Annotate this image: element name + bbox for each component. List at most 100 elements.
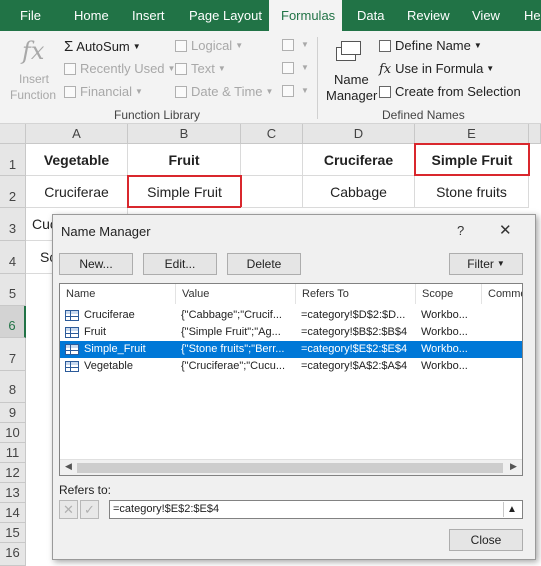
scope-cell: Workbo...: [421, 309, 468, 321]
list-header-name[interactable]: Name: [60, 284, 176, 304]
create-from-selection-icon: [379, 86, 391, 98]
confirm-edit-icon[interactable]: ✓: [80, 500, 99, 519]
row-header-3[interactable]: 3: [0, 208, 26, 241]
new-button[interactable]: New...: [59, 253, 133, 275]
row-header-1[interactable]: 1: [0, 144, 26, 176]
cell-a2[interactable]: Cruciferae: [26, 176, 128, 208]
horizontal-scrollbar[interactable]: ◀ ▶: [60, 459, 522, 475]
filter-button[interactable]: Filter ▼: [449, 253, 523, 275]
column-header-d[interactable]: D: [303, 124, 415, 144]
cancel-edit-icon[interactable]: ✕: [59, 500, 78, 519]
refers-to-cell: =category!$D$2:$D...: [301, 309, 406, 321]
refers-to-input[interactable]: =category!$E$2:$E$4: [109, 500, 523, 519]
row-header-12[interactable]: 12: [0, 463, 26, 483]
tab-help[interactable]: Help: [524, 0, 541, 31]
chevron-down-icon: ▼: [265, 87, 274, 96]
tab-view[interactable]: View: [472, 0, 500, 31]
list-item-selected[interactable]: Simple_Fruit {"Stone fruits";"Berr... =c…: [60, 341, 522, 358]
row-header-2[interactable]: 2: [0, 176, 26, 208]
name-cell: Simple_Fruit: [84, 343, 146, 355]
chevron-down-icon: ▼: [301, 40, 309, 49]
delete-button[interactable]: Delete: [227, 253, 301, 275]
list-item[interactable]: Cruciferae {"Cabbage";"Crucif... =catego…: [60, 307, 522, 324]
lookup-reference-button[interactable]: ▼: [282, 38, 309, 52]
row-header-14[interactable]: 14: [0, 503, 26, 523]
list-header-value[interactable]: Value: [176, 284, 296, 304]
column-header-f[interactable]: [529, 124, 541, 144]
fx-icon: fx: [22, 37, 45, 65]
row-header-9[interactable]: 9: [0, 403, 26, 423]
cell-c1[interactable]: [241, 144, 303, 176]
names-list[interactable]: Name Value Refers To Scope Comme Crucife…: [59, 283, 523, 476]
edit-button[interactable]: Edit...: [143, 253, 217, 275]
row-header-13[interactable]: 13: [0, 483, 26, 503]
recently-used-button[interactable]: Recently Used ▼: [64, 61, 175, 76]
collapse-dialog-icon[interactable]: ▲: [503, 502, 520, 517]
close-button[interactable]: Close: [449, 529, 523, 551]
select-all-corner[interactable]: [0, 124, 26, 144]
column-header-e[interactable]: E: [415, 124, 529, 144]
tab-page-layout[interactable]: Page Layout: [189, 0, 262, 31]
cell-b2[interactable]: Simple Fruit: [127, 175, 242, 208]
more-functions-icon: [282, 85, 294, 97]
close-icon[interactable]: ✕: [499, 221, 512, 239]
name-manager-dialog: Name Manager ? ✕ New... Edit... Delete F…: [52, 214, 536, 560]
text-book-icon: [175, 63, 187, 75]
list-header-refers-to[interactable]: Refers To: [296, 284, 416, 304]
defined-names-group-label: Defined Names: [382, 108, 465, 122]
cell-c2[interactable]: [241, 176, 303, 208]
list-item[interactable]: Vegetable {"Cruciferae";"Cucu... =catego…: [60, 358, 522, 375]
row-header-15[interactable]: 15: [0, 523, 26, 543]
column-header-b[interactable]: B: [128, 124, 241, 144]
scroll-right-icon[interactable]: ▶: [510, 461, 517, 472]
row-header-16[interactable]: 16: [0, 543, 26, 566]
more-functions-button[interactable]: ▼: [282, 84, 309, 98]
row-header-10[interactable]: 10: [0, 423, 26, 443]
column-header-a[interactable]: A: [26, 124, 128, 144]
row-header-5[interactable]: 5: [0, 274, 26, 306]
cell-d1[interactable]: Cruciferae: [303, 144, 415, 176]
cell-e1[interactable]: Simple Fruit: [414, 143, 530, 176]
column-header-c[interactable]: C: [241, 124, 303, 144]
scroll-left-icon[interactable]: ◀: [65, 461, 72, 472]
row-header-4[interactable]: 4: [0, 241, 26, 274]
financial-button[interactable]: Financial ▼: [64, 84, 143, 99]
date-time-button[interactable]: Date & Time ▼: [175, 84, 273, 99]
tab-formulas[interactable]: Formulas: [269, 0, 342, 31]
tab-file[interactable]: File: [20, 0, 41, 31]
text-button[interactable]: Text ▼: [175, 61, 226, 76]
value-cell: {"Simple Fruit";"Ag...: [181, 326, 281, 338]
list-item[interactable]: Fruit {"Simple Fruit";"Ag... =category!$…: [60, 324, 522, 341]
cell-a1[interactable]: Vegetable: [26, 144, 128, 176]
cell-b1[interactable]: Fruit: [128, 144, 241, 176]
row-header-11[interactable]: 11: [0, 443, 26, 463]
define-name-button[interactable]: Define Name ▼: [379, 38, 482, 53]
math-trig-button[interactable]: ▼: [282, 61, 309, 75]
create-from-selection-button[interactable]: Create from Selection: [379, 84, 521, 99]
cell-d2[interactable]: Cabbage: [303, 176, 415, 208]
logical-button[interactable]: Logical ▼: [175, 38, 243, 53]
autosum-button[interactable]: Σ AutoSum ▼: [64, 38, 141, 55]
value-cell: {"Cabbage";"Crucif...: [181, 309, 282, 321]
use-in-formula-button[interactable]: fx Use in Formula ▼: [379, 61, 494, 77]
tag-icon: [379, 40, 391, 52]
tab-home[interactable]: Home: [74, 0, 109, 31]
insert-function-label-1: Insert: [19, 72, 50, 86]
name-manager-label-1: Name: [334, 72, 369, 87]
list-header-comment[interactable]: Comme: [482, 284, 522, 304]
value-cell: {"Cruciferae";"Cucu...: [181, 360, 286, 372]
row-header-8[interactable]: 8: [0, 371, 26, 403]
lookup-icon: [282, 39, 294, 51]
name-manager-label-2: Manager: [326, 88, 378, 103]
refers-to-cell: =category!$E$2:$E$4: [301, 343, 408, 355]
help-button[interactable]: ?: [457, 223, 464, 238]
scroll-thumb[interactable]: [77, 463, 503, 473]
sigma-icon: Σ: [64, 38, 74, 55]
row-header-6[interactable]: 6: [0, 306, 26, 338]
tab-review[interactable]: Review: [407, 0, 450, 31]
cell-e2[interactable]: Stone fruits: [415, 176, 529, 208]
list-header-scope[interactable]: Scope: [416, 284, 482, 304]
tab-insert[interactable]: Insert: [132, 0, 165, 31]
row-header-7[interactable]: 7: [0, 338, 26, 371]
tab-data[interactable]: Data: [357, 0, 384, 31]
